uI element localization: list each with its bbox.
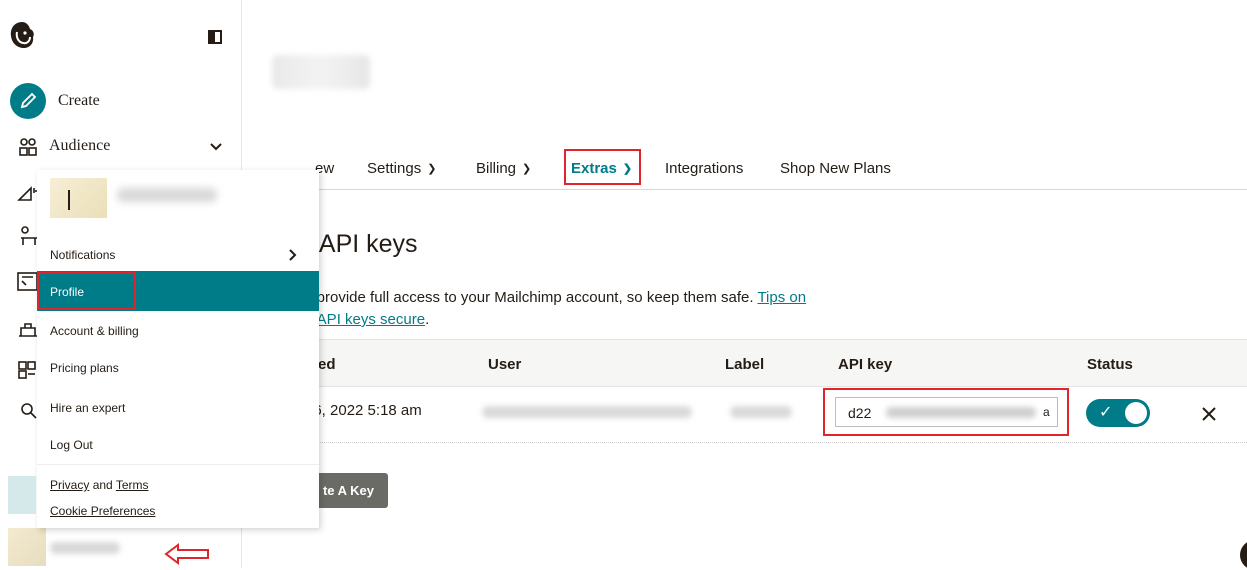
menu-footer-links: Privacy and Terms [50, 478, 149, 492]
column-label: Label [725, 356, 765, 373]
campaigns-icon[interactable] [17, 184, 39, 204]
api-key-field[interactable]: d22 a [835, 397, 1058, 427]
menu-hire-expert[interactable]: Hire an expert [50, 401, 125, 415]
close-icon[interactable] [1201, 406, 1217, 422]
search-icon[interactable] [20, 402, 38, 420]
content-icon[interactable] [17, 320, 39, 340]
api-keys-description: s provide full access to your Mailchimp … [305, 287, 875, 331]
chevron-down-icon [210, 143, 222, 151]
audience-icon [19, 138, 37, 156]
menu-profile-label: Profile [50, 285, 85, 299]
create-button[interactable]: Create [10, 83, 210, 119]
tips-link-part1[interactable]: Tips on [757, 289, 806, 306]
account-avatar[interactable] [8, 528, 46, 566]
pencil-icon [10, 83, 46, 119]
api-key-end: a [1043, 405, 1050, 419]
menu-profile[interactable]: Profile [37, 271, 319, 311]
mailchimp-logo[interactable] [8, 20, 36, 50]
create-label: Create [58, 92, 100, 109]
tab-integrations[interactable]: Integrations [665, 160, 743, 177]
row-created-date: 26, 2022 5:18 am [305, 402, 422, 419]
page-title-blurred [272, 55, 370, 89]
table-row-divider [305, 442, 1247, 444]
privacy-link[interactable]: Privacy [50, 478, 89, 492]
chevron-down-icon: ❯ [427, 163, 437, 175]
menu-account-name-blurred [117, 188, 217, 202]
menu-notifications[interactable]: Notifications [50, 248, 115, 262]
tabs-divider [305, 189, 1247, 190]
status-toggle[interactable]: ✓ [1086, 399, 1150, 427]
arrow-left-icon [164, 543, 209, 565]
terms-link[interactable]: Terms [116, 478, 149, 492]
cookie-preferences-link[interactable]: Cookie Preferences [50, 504, 155, 518]
tab-extras[interactable]: Extras ❯ [571, 160, 632, 177]
tab-extras-label: Extras [571, 160, 617, 177]
row-user-blurred [482, 406, 692, 418]
automations-icon[interactable] [19, 226, 39, 248]
chevron-right-icon [289, 249, 297, 261]
menu-avatar [50, 178, 107, 218]
collapse-sidebar-icon[interactable] [208, 30, 222, 44]
chevron-down-icon: ❯ [622, 163, 633, 175]
and-text: and [92, 478, 113, 492]
chevron-down-icon: ❯ [522, 163, 532, 175]
row-label-blurred [730, 406, 792, 418]
tab-shop-new-plans[interactable]: Shop New Plans [780, 160, 891, 177]
api-key-blurred [886, 407, 1036, 418]
account-menu: Notifications Profile Account & billing … [37, 170, 319, 528]
column-user: User [488, 356, 522, 373]
description-text: s provide full access to your Mailchimp … [305, 289, 758, 306]
tips-link-part2[interactable]: g API keys secure [305, 311, 425, 328]
sidebar-item-audience[interactable]: Audience [10, 135, 225, 159]
sidebar-footer-accent [8, 476, 36, 514]
audience-label: Audience [49, 137, 111, 154]
tab-billing[interactable]: Billing ❯ [476, 160, 531, 177]
tab-billing-label: Billing [476, 160, 517, 177]
toggle-knob [1125, 402, 1147, 424]
website-icon[interactable] [17, 272, 39, 292]
tab-settings[interactable]: Settings ❯ [367, 160, 436, 177]
menu-pricing-plans[interactable]: Pricing plans [50, 361, 119, 375]
description-end: . [425, 311, 430, 328]
help-button[interactable] [1240, 540, 1247, 570]
menu-log-out[interactable]: Log Out [50, 438, 93, 452]
column-api-key: API key [838, 356, 893, 373]
integrations-icon[interactable] [17, 360, 37, 380]
page-heading: r API keys [305, 230, 418, 258]
api-key-start: d22 [848, 405, 872, 421]
tab-settings-label: Settings [367, 160, 422, 177]
column-status: Status [1087, 356, 1133, 373]
check-icon: ✓ [1099, 404, 1113, 421]
account-name-blurred [50, 542, 120, 554]
menu-account-billing[interactable]: Account & billing [50, 324, 139, 338]
menu-divider [37, 464, 319, 465]
